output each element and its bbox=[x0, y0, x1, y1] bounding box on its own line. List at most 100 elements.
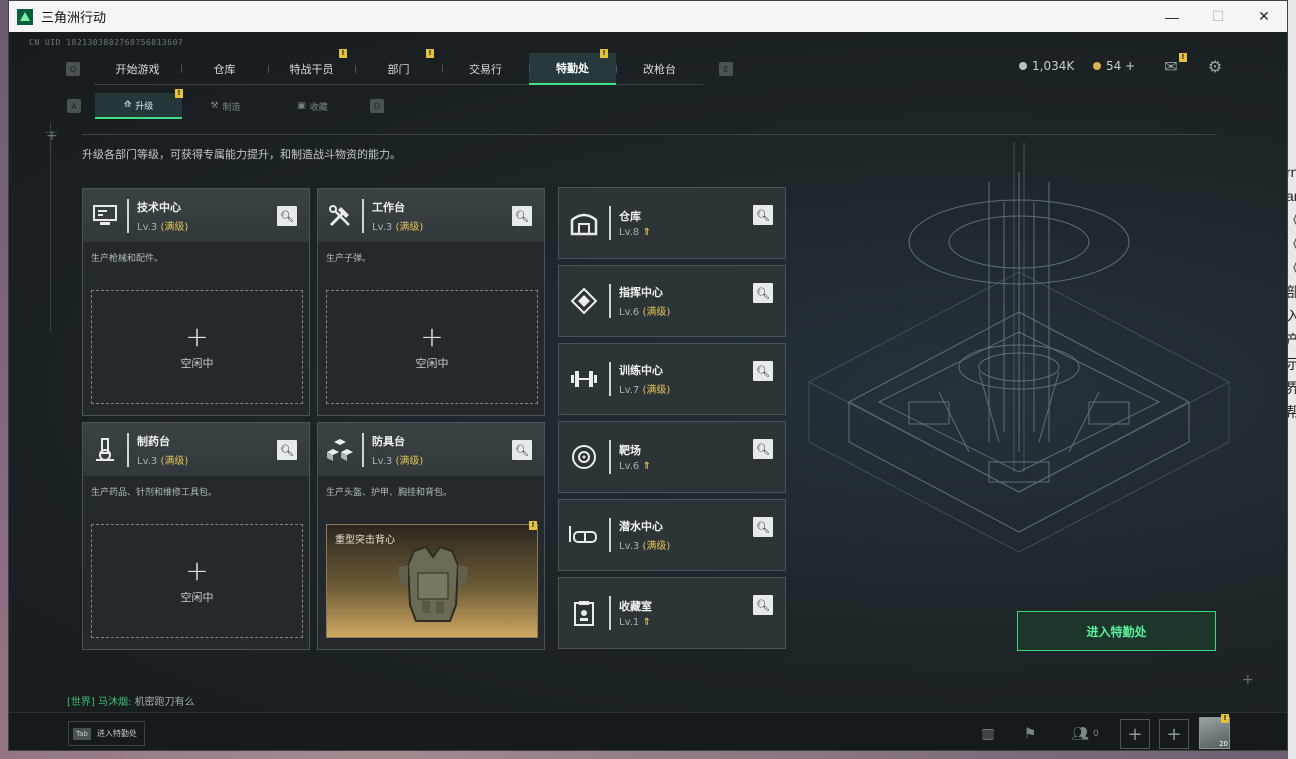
crafting-item-slot[interactable]: 重型突击背心 ! bbox=[326, 521, 538, 638]
silver-currency: 1,034K bbox=[1019, 59, 1074, 73]
workshop-name: 制药台 bbox=[137, 434, 170, 448]
facility-card-training-center[interactable]: 训练中心 Lv.7 (满级) 🔍︎ bbox=[558, 343, 786, 415]
workshop-desc: 生产枪械和配件。 bbox=[91, 254, 164, 264]
search-icon[interactable]: 🔍︎ bbox=[753, 439, 773, 459]
minimize-button[interactable]: — bbox=[1149, 1, 1195, 32]
plus-icon: + bbox=[185, 320, 209, 353]
frame-corner-mark: + bbox=[46, 128, 58, 144]
shooting-range-icon bbox=[559, 422, 609, 492]
mail-icon[interactable]: ✉! bbox=[1161, 53, 1187, 76]
armor-vest-icon bbox=[398, 545, 468, 622]
stats-chart-icon[interactable]: ▥ bbox=[977, 723, 999, 745]
training-center-icon bbox=[559, 344, 609, 414]
search-icon[interactable]: 🔍︎ bbox=[277, 440, 297, 460]
facility-card-collection-room[interactable]: 收藏室 Lv.1 ⇑ 🔍︎ bbox=[558, 577, 786, 649]
subtab-craft[interactable]: ⚒ 制造 bbox=[182, 93, 269, 119]
chat-user: 马沐烟: bbox=[98, 697, 132, 708]
divider bbox=[82, 134, 1217, 135]
gold-coin-icon bbox=[1093, 62, 1101, 70]
tab-warehouse[interactable]: 仓库 bbox=[181, 53, 268, 85]
workshop-name: 防具台 bbox=[372, 434, 405, 448]
craft-icon: ⚒ bbox=[210, 101, 219, 111]
sub-nav: A ⟰ 升级 ! ⚒ 制造 ▣ 收藏 D bbox=[67, 89, 384, 119]
search-icon[interactable]: 🔍︎ bbox=[753, 361, 773, 381]
nav-prev-key[interactable]: Q bbox=[66, 62, 80, 76]
friends-icon[interactable]: 👥︎ 0 bbox=[1067, 723, 1103, 745]
workshop-card-armor-bench: 防具台 Lv.3 (满级) 🔍︎ 生产头盔、护甲、胸挂和背包。 重型突击背心 ! bbox=[317, 422, 545, 650]
workshop-desc: 生产药品、针剂和维修工具包。 bbox=[91, 488, 218, 498]
page-description: 升级各部门等级，可获得专属能力提升，和制造战斗物资的能力。 bbox=[82, 148, 401, 161]
game-window: 三角洲行动 — ☐ ✕ CN UID 182130388276875681360… bbox=[8, 0, 1288, 751]
subtab-upgrade[interactable]: ⟰ 升级 ! bbox=[95, 89, 183, 119]
idle-slot[interactable]: + 空闲中 bbox=[326, 290, 538, 404]
subnav-next-key[interactable]: D bbox=[370, 99, 384, 113]
alert-badge: ! bbox=[426, 49, 434, 58]
chat-line[interactable]: [世界] 马沐烟: 机密跑刀有么 bbox=[67, 693, 195, 708]
workbench-icon bbox=[318, 189, 362, 242]
player-uid: CN UID 1821303882768756813607 bbox=[29, 38, 184, 47]
tab-enter-special-ops[interactable]: Tab 进入特勤处 bbox=[68, 721, 145, 746]
add-party-slot-button[interactable]: + bbox=[1159, 719, 1189, 749]
close-button[interactable]: ✕ bbox=[1241, 1, 1287, 32]
tab-gunsmith[interactable]: 改枪台 bbox=[616, 53, 703, 85]
title-bar: 三角洲行动 — ☐ ✕ bbox=[9, 1, 1287, 32]
facility-card-shooting-range[interactable]: 靶场 Lv.6 ⇑ 🔍︎ bbox=[558, 421, 786, 493]
collection-icon: ▣ bbox=[297, 101, 306, 111]
main-nav: Q 开始游戏 仓库 特战干员! 部门! 交易行 特勤处! 改枪台 E bbox=[66, 49, 733, 85]
search-icon[interactable]: 🔍︎ bbox=[512, 440, 532, 460]
search-icon[interactable]: 🔍︎ bbox=[753, 595, 773, 615]
alert-badge: ! bbox=[600, 49, 608, 58]
plus-icon: + bbox=[420, 320, 444, 353]
upgrade-icon: ⟰ bbox=[123, 100, 132, 110]
tab-departments[interactable]: 部门! bbox=[355, 49, 442, 85]
tab-start-game[interactable]: 开始游戏 bbox=[94, 53, 181, 85]
workshop-name: 工作台 bbox=[372, 200, 405, 214]
search-icon[interactable]: 🔍︎ bbox=[753, 205, 773, 225]
facility-card-command-center[interactable]: 指挥中心 Lv.6 (满级) 🔍︎ bbox=[558, 265, 786, 337]
add-party-slot-button[interactable]: + bbox=[1120, 719, 1150, 749]
frame-corner-mark: + bbox=[1242, 672, 1254, 688]
facility-card-warehouse[interactable]: 仓库 Lv.8 ⇑ 🔍︎ bbox=[558, 187, 786, 259]
flag-icon[interactable]: ⚑ bbox=[1019, 723, 1041, 745]
search-icon[interactable]: 🔍︎ bbox=[512, 206, 532, 226]
search-icon[interactable]: 🔍︎ bbox=[277, 206, 297, 226]
upgrade-arrow-icon: ⇑ bbox=[642, 461, 651, 472]
search-icon[interactable]: 🔍︎ bbox=[753, 283, 773, 303]
search-icon[interactable]: 🔍︎ bbox=[753, 517, 773, 537]
tab-key: Tab bbox=[73, 727, 91, 740]
tab-trading[interactable]: 交易行 bbox=[442, 53, 529, 85]
alert-badge: ! bbox=[339, 49, 347, 58]
nav-next-key[interactable]: E bbox=[719, 62, 733, 76]
frame-line bbox=[50, 122, 51, 332]
tab-operators[interactable]: 特战干员! bbox=[268, 49, 355, 85]
workshop-card-tech-center: 技术中心 Lv.3 (满级) 🔍︎ 生产枪械和配件。 + 空闲中 bbox=[82, 188, 310, 416]
chat-message: 机密跑刀有么 bbox=[134, 697, 195, 708]
enter-special-ops-button[interactable]: 进入特勤处 bbox=[1017, 611, 1216, 651]
maximize-button[interactable]: ☐ bbox=[1195, 1, 1241, 32]
avatar[interactable]: ! 20 bbox=[1199, 714, 1230, 749]
tab-special-ops[interactable]: 特勤处! bbox=[529, 49, 616, 85]
max-level-label: (满级) bbox=[160, 221, 189, 233]
facility-card-diving-center[interactable]: 潜水中心 Lv.3 (满级) 🔍︎ bbox=[558, 499, 786, 571]
plus-icon: + bbox=[185, 554, 209, 587]
workshop-desc: 生产头盔、护甲、胸挂和背包。 bbox=[326, 488, 453, 498]
friends-count: 0 bbox=[1093, 729, 1099, 739]
pharmacy-icon bbox=[83, 423, 127, 476]
base-wireframe-illustration bbox=[807, 142, 1231, 553]
max-level-label: (满级) bbox=[395, 455, 424, 467]
warehouse-icon bbox=[559, 188, 609, 258]
upgrade-arrow-icon: ⇑ bbox=[642, 227, 651, 238]
gold-currency[interactable]: 54 + bbox=[1093, 59, 1135, 73]
tech-center-icon bbox=[83, 189, 127, 242]
subnav-prev-key[interactable]: A bbox=[67, 99, 81, 113]
command-center-icon bbox=[559, 266, 609, 336]
settings-gear-icon[interactable]: ⚙ bbox=[1205, 56, 1225, 76]
subtab-collection[interactable]: ▣ 收藏 bbox=[269, 93, 356, 119]
workshop-name: 技术中心 bbox=[137, 200, 181, 214]
workshop-card-workbench: 工作台 Lv.3 (满级) 🔍︎ 生产子弹。 + 空闲中 bbox=[317, 188, 545, 416]
idle-slot[interactable]: + 空闲中 bbox=[91, 290, 303, 404]
idle-slot[interactable]: + 空闲中 bbox=[91, 524, 303, 638]
max-level-label: (满级) bbox=[395, 221, 424, 233]
armor-bench-icon bbox=[318, 423, 362, 476]
app-logo-icon bbox=[17, 8, 33, 25]
